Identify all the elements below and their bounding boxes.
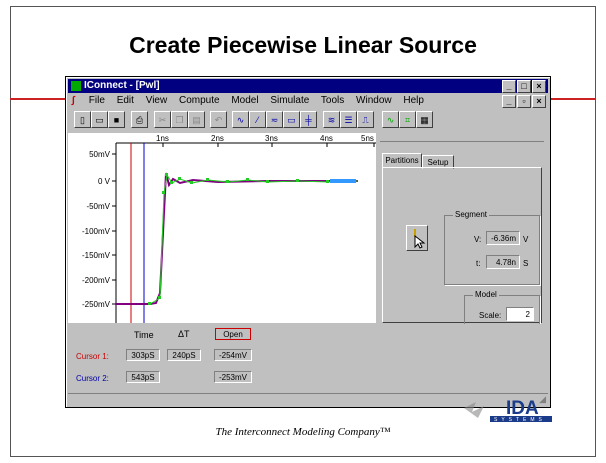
v-label: V:: [474, 235, 482, 244]
menubar: ∫ File Edit View Compute Model Simulate …: [68, 94, 548, 108]
cursor1-delta: 240pS: [167, 349, 201, 361]
grid-cursor-icon[interactable]: ⌗: [399, 111, 416, 128]
model-group-title: Model: [473, 290, 499, 299]
doc-minimize-button[interactable]: _: [502, 95, 516, 108]
maximize-button[interactable]: □: [517, 80, 531, 93]
arrow-pointer-icon: [414, 229, 426, 249]
step-waveform-icon[interactable]: ∿: [232, 111, 249, 128]
menu-model[interactable]: Model: [231, 95, 258, 106]
save-icon[interactable]: ■: [108, 111, 125, 128]
new-file-icon[interactable]: ▯: [74, 111, 91, 128]
cursor-readout: Time ΔT Open Cursor 1: 303pS 240pS -254m…: [68, 324, 546, 392]
menu-simulate[interactable]: Simulate: [270, 95, 309, 106]
slide-footer: The Interconnect Modeling Company™: [215, 426, 391, 438]
pulse-icon[interactable]: ⎍: [357, 111, 374, 128]
doc-restore-button[interactable]: ▫: [517, 95, 531, 108]
cut-icon[interactable]: ✂: [154, 111, 171, 128]
x-tick-label: 5ns: [361, 134, 374, 143]
t-value-field: 4.78n: [486, 255, 520, 269]
y-tick-label: -100mV: [82, 227, 111, 236]
t-label: t:: [476, 259, 481, 268]
segment-group: Segment: [444, 210, 540, 285]
copy-icon[interactable]: ❐: [171, 111, 188, 128]
menu-view[interactable]: View: [146, 95, 168, 106]
minimize-button[interactable]: _: [502, 80, 516, 93]
paste-icon[interactable]: ▤: [188, 111, 205, 128]
doc-close-button[interactable]: ×: [532, 95, 546, 108]
cursor1-time: 303pS: [126, 349, 160, 361]
menu-tools[interactable]: Tools: [321, 95, 344, 106]
red-rule-right: [550, 98, 595, 100]
v-value-field: -6.36m: [486, 231, 520, 245]
properties-panel: Partitions Setup Segment V: -6.36m V t: …: [376, 133, 546, 336]
slide-title: Create Piecewise Linear Source: [129, 32, 477, 58]
menu-window[interactable]: Window: [356, 95, 392, 106]
ramp-waveform-icon[interactable]: ⁄: [249, 111, 266, 128]
close-button[interactable]: ×: [532, 80, 546, 93]
y-tick-label: 0 V: [98, 177, 111, 186]
x-tick-label: 1ns: [156, 134, 169, 143]
x-tick-label: 3ns: [265, 134, 278, 143]
toolbar: ▯ ▭ ■ ⎙ ✂ ❐ ▤ ↶ ∿ ⁄ ≂ ▭ ╪ ≋ ☰ ⎍ ∿ ⌗ ▦: [68, 109, 548, 131]
open-folder-icon[interactable]: ▭: [91, 111, 108, 128]
app-icon: [71, 81, 81, 91]
window-title: IConnect - [Pwl]: [84, 80, 160, 91]
y-tick-label: -150mV: [82, 251, 111, 260]
tab-partitions[interactable]: Partitions: [382, 153, 422, 167]
tline-icon[interactable]: ≂: [266, 111, 283, 128]
doc-icon[interactable]: ∫: [72, 94, 82, 108]
menu-help[interactable]: Help: [403, 95, 424, 106]
waveform-view-icon[interactable]: ∿: [382, 111, 399, 128]
undo-icon[interactable]: ↶: [210, 111, 227, 128]
t-unit: S: [523, 259, 529, 268]
transmission-line-icon[interactable]: ▭: [283, 111, 300, 128]
y-tick-label: -250mV: [82, 300, 111, 309]
open-button[interactable]: Open: [215, 328, 251, 340]
menu-file[interactable]: File: [89, 95, 105, 106]
y-tick-label: -50mV: [86, 202, 110, 211]
col-delta: ΔT: [178, 329, 190, 339]
table-icon[interactable]: ▦: [416, 111, 433, 128]
cursor1-value: -254mV: [214, 349, 252, 361]
logo-subtext: SYSTEMS: [494, 417, 546, 423]
cursor2-time: 543pS: [126, 371, 160, 383]
multiline-icon[interactable]: ☰: [340, 111, 357, 128]
cursor-pointer-button[interactable]: [406, 225, 428, 251]
cursor1-label: Cursor 1:: [76, 352, 109, 361]
selected-segment: [330, 179, 356, 183]
capacitor-icon[interactable]: ╪: [300, 111, 317, 128]
waveform-plot[interactable]: 1ns 2ns 3ns 4ns 5ns 50mV 0 V -50mV -100m…: [68, 133, 376, 323]
coupled-lines-icon[interactable]: ≋: [323, 111, 340, 128]
ida-systems-logo: IDA SYSTEMS: [462, 398, 554, 424]
menu-compute[interactable]: Compute: [179, 95, 220, 106]
red-rule-left: [10, 98, 66, 100]
x-tick-label: 4ns: [320, 134, 333, 143]
window-titlebar[interactable]: IConnect - [Pwl] _ □ ×: [68, 79, 548, 93]
y-tick-label: -200mV: [82, 276, 111, 285]
y-tick-label: 50mV: [89, 150, 111, 159]
cursor2-value: -253mV: [214, 371, 252, 383]
cursor2-label: Cursor 2:: [76, 374, 109, 383]
x-tick-label: 2ns: [211, 134, 224, 143]
segment-group-title: Segment: [453, 210, 490, 219]
v-unit: V: [523, 235, 529, 244]
col-time: Time: [134, 330, 154, 340]
scale-label: Scale:: [479, 311, 502, 320]
menu-edit[interactable]: Edit: [117, 95, 134, 106]
iconnect-window: IConnect - [Pwl] _ □ × ∫ File Edit View Co…: [65, 76, 551, 408]
print-icon[interactable]: ⎙: [131, 111, 148, 128]
scale-input[interactable]: 2: [506, 307, 534, 321]
logo-text: IDA: [506, 398, 539, 419]
